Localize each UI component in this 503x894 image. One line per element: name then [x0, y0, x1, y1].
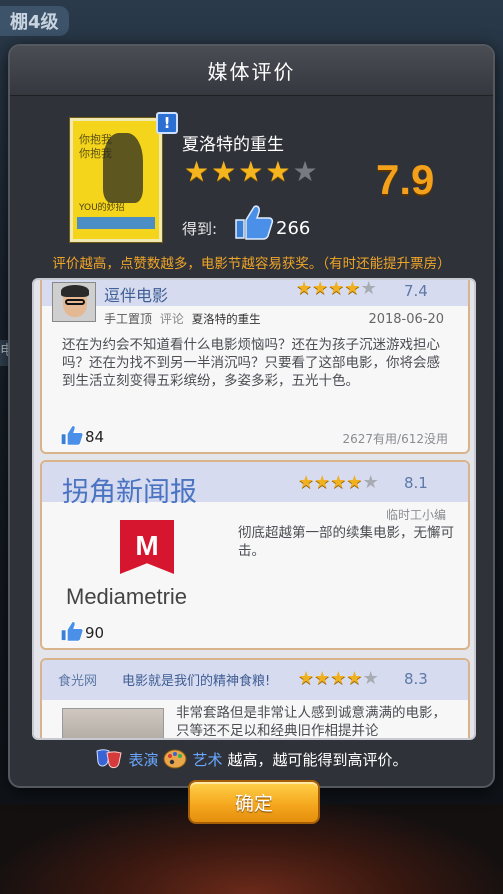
review-useful-count: 2627有用/612没用: [342, 432, 449, 446]
review-text: 还在为约会不知道看什么电影烦恼吗？还在为孩子沉迷游戏担心吗？还在为找不到另一半消…: [62, 337, 440, 389]
likes-gained-label: 得到:: [182, 220, 218, 238]
review-like-button[interactable]: 90: [60, 620, 104, 642]
media-logo-letter: M: [135, 530, 159, 561]
review-card[interactable]: 逗伴电影 ★ ★ ★ ★ ★ 7.4 手工置顶 评论 夏洛特的重生 2018-06-20…: [40, 280, 470, 454]
poster-caption: YOU的妙招: [79, 203, 125, 213]
review-stars: ★ ★ ★ ★ ★: [296, 280, 377, 298]
review-text: 彻底超越第一部的续集电影，无懈可击。: [238, 525, 454, 559]
movie-score: 7.9: [376, 156, 435, 203]
rating-hint: 评价越高，点赞数越多，电影节越容易获奖。（有时还能提升票房）: [52, 256, 451, 272]
skill-acting: 表演: [128, 750, 159, 769]
star-filled-icon: ★: [344, 278, 361, 299]
reviewer-name[interactable]: 逗伴电影: [104, 282, 168, 306]
review-image: [62, 708, 164, 738]
dialog-title: 媒体评价: [207, 60, 296, 84]
review-movie: 夏洛特的重生: [191, 312, 261, 326]
star-filled-icon: ★: [346, 668, 363, 689]
reviewer-name[interactable]: 食光网: [58, 670, 97, 689]
star-filled-icon: ★: [238, 155, 264, 188]
confirm-button[interactable]: 确定: [188, 780, 320, 824]
review-score: 7.4: [404, 282, 428, 300]
star-filled-icon: ★: [296, 278, 313, 299]
star-filled-icon: ★: [346, 472, 363, 493]
reviewer-role: 临时工小编: [385, 508, 446, 522]
media-logo: M Mediametrie: [66, 520, 232, 612]
thumbs-up-icon: [235, 205, 274, 240]
reviewer-avatar: [52, 282, 96, 322]
review-stars: ★ ★ ★ ★ ★: [298, 670, 379, 688]
reviewer-slogan: 电影就是我们的精神食粮!: [122, 674, 271, 689]
review-card[interactable]: 拐角新闻报 ★ ★ ★ ★ ★ 8.1 临时工小编 M Mediametrie 彻底超越…: [40, 460, 470, 650]
star-filled-icon: ★: [330, 472, 347, 493]
star-filled-icon: ★: [314, 668, 331, 689]
star-filled-icon: ★: [265, 155, 291, 188]
skill-hint: 表演 艺术 越高，越可能得到高评价。: [10, 748, 493, 770]
review-like-count: 90: [85, 624, 105, 642]
star-filled-icon: ★: [298, 472, 315, 493]
star-filled-icon: ★: [314, 472, 331, 493]
thumbs-up-icon: [60, 425, 84, 446]
reviewer-name[interactable]: 拐角新闻报: [62, 470, 197, 509]
star-empty-icon: ★: [292, 155, 318, 188]
review-score: 8.1: [404, 474, 428, 492]
review-like-button[interactable]: 84: [60, 424, 104, 446]
media-logo-text: Mediametrie: [66, 584, 188, 609]
skill-hint-text: 越高，越可能得到高评价。: [227, 750, 408, 769]
star-empty-icon: ★: [360, 278, 377, 299]
review-stars: ★ ★ ★ ★ ★: [298, 474, 379, 492]
review-date: 2018-06-20: [368, 312, 444, 327]
star-filled-icon: ★: [298, 668, 315, 689]
review-type: 评论: [159, 312, 184, 326]
review-text: 非常套路但是非常让人感到诚意满满的电影，只等还不足以和经典旧作相提并论: [176, 705, 446, 739]
media-review-dialog: 媒体评价 你抱我 你抱我 YOU的妙招 ! 夏洛特的重生 ★ ★ ★ ★ ★ 7.9 得…: [8, 44, 495, 824]
poster-figure: [103, 133, 143, 203]
star-filled-icon: ★: [330, 668, 347, 689]
review-like-count: 84: [85, 428, 105, 446]
review-list[interactable]: 逗伴电影 ★ ★ ★ ★ ★ 7.4 手工置顶 评论 夏洛特的重生 2018-06-20…: [32, 278, 476, 740]
star-empty-icon: ★: [362, 668, 379, 689]
drama-mask-icon: [96, 749, 123, 769]
dialog-header: 媒体评价: [10, 46, 493, 96]
poster-band: [77, 217, 155, 229]
review-tag: 手工置顶: [104, 312, 153, 326]
movie-rating-stars: ★ ★ ★ ★ ★: [184, 158, 318, 186]
movie-title: 夏洛特的重生: [182, 135, 284, 155]
skill-art: 艺术: [192, 750, 223, 769]
movie-poster[interactable]: 你抱我 你抱我 YOU的妙招: [70, 118, 162, 242]
review-card[interactable]: 食光网 电影就是我们的精神食粮! ★ ★ ★ ★ ★ 8.3 非常套路但是非常让人感到诚…: [40, 658, 470, 739]
review-score: 8.3: [404, 670, 428, 688]
info-icon[interactable]: !: [156, 112, 178, 134]
likes-gained-count: 266: [276, 218, 311, 239]
star-filled-icon: ★: [312, 278, 329, 299]
star-filled-icon: ★: [211, 155, 237, 188]
thumbs-up-icon: [60, 621, 84, 642]
star-filled-icon: ★: [328, 278, 345, 299]
star-filled-icon: ★: [184, 155, 210, 188]
star-empty-icon: ★: [362, 472, 379, 493]
studio-level-label: 棚4级: [0, 6, 69, 36]
palette-icon: [163, 749, 187, 769]
